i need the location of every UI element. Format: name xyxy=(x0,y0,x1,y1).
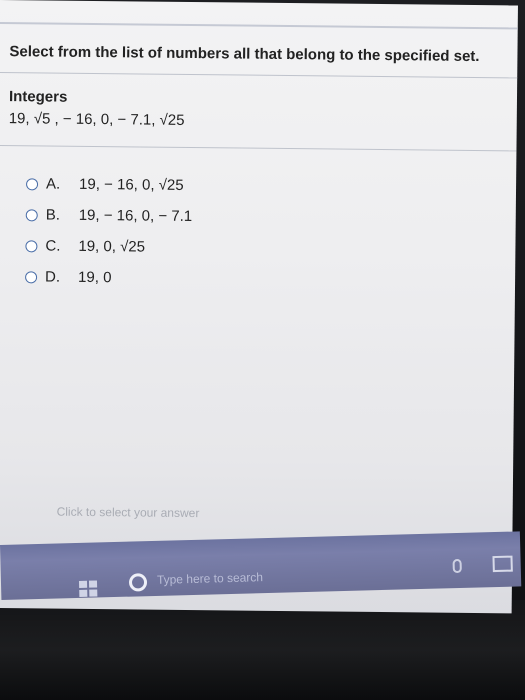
radio-button-c[interactable] xyxy=(25,239,38,252)
option-text: 19, 0 xyxy=(78,268,112,287)
taskbar-search-input[interactable]: Type here to search xyxy=(157,570,263,587)
answer-options: A. 19, − 16, 0, √25 B. 19, − 16, 0, − 7.… xyxy=(25,168,193,294)
option-text: 19, − 16, 0, √25 xyxy=(78,175,184,194)
option-letter: D. xyxy=(45,268,61,286)
number-list: 19, √5 , − 16, 0, − 7.1, √25 xyxy=(8,110,185,129)
task-view-icon[interactable] xyxy=(492,555,513,573)
option-d[interactable]: D. 19, 0 xyxy=(25,261,192,294)
option-letter: C. xyxy=(45,237,61,255)
prompt-divider xyxy=(0,71,518,79)
numbers-divider xyxy=(0,144,517,152)
set-heading: Integers xyxy=(8,88,68,106)
option-c[interactable]: C. 19, 0, √25 xyxy=(25,230,192,263)
option-letter: A. xyxy=(45,175,61,193)
microphone-icon[interactable] xyxy=(452,558,462,574)
windows-logo-icon[interactable] xyxy=(78,580,101,599)
option-text: 19, − 16, 0, − 7.1 xyxy=(78,206,193,226)
option-text: 19, 0, √25 xyxy=(78,237,146,256)
option-b[interactable]: B. 19, − 16, 0, − 7.1 xyxy=(25,199,193,232)
option-letter: B. xyxy=(45,206,61,224)
bezel xyxy=(0,600,525,700)
radio-button-d[interactable] xyxy=(25,270,38,283)
cortana-circle-icon[interactable] xyxy=(128,573,148,592)
select-answer-hint: Click to select your answer xyxy=(56,504,200,521)
photo-frame: Select from the list of numbers all that… xyxy=(0,0,525,700)
option-a[interactable]: A. 19, − 16, 0, √25 xyxy=(26,168,193,201)
radio-button-b[interactable] xyxy=(25,208,38,221)
monitor-screen: Select from the list of numbers all that… xyxy=(0,0,518,614)
radio-button-a[interactable] xyxy=(26,177,39,190)
top-divider xyxy=(0,21,518,30)
question-prompt: Select from the list of numbers all that… xyxy=(9,43,480,66)
